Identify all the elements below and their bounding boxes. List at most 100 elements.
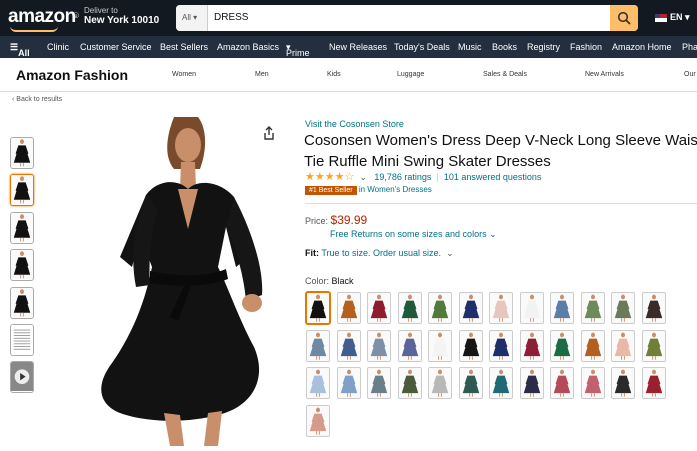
chevron-down-icon: ⌄: [443, 248, 454, 258]
color-swatch[interactable]: [428, 292, 452, 324]
thumbnail-video[interactable]: [10, 361, 34, 393]
thumbnail-image[interactable]: [10, 212, 34, 244]
free-returns-label: Free Returns on some sizes and colors: [330, 229, 487, 239]
thumbnail-image[interactable]: [10, 174, 34, 206]
ratings-count-link[interactable]: 19,786 ratings: [374, 172, 431, 182]
thumbnail-image[interactable]: [10, 287, 34, 319]
nav-item[interactable]: Customer Service: [80, 42, 152, 52]
subnav-item[interactable]: Kids: [327, 71, 341, 78]
color-swatch[interactable]: [428, 330, 452, 362]
rating-row: ★★★★☆ ⌄ 19,786 ratings | 101 answered qu…: [305, 170, 541, 183]
nav-item[interactable]: New Releases: [329, 42, 387, 52]
search-category-dropdown[interactable]: All ▾: [176, 5, 208, 31]
color-swatch[interactable]: [397, 367, 422, 399]
price-label: Price:: [305, 216, 329, 226]
share-button[interactable]: [262, 126, 276, 140]
all-menu-button[interactable]: ☰ All: [10, 42, 30, 58]
color-swatch[interactable]: [367, 330, 391, 362]
nav-item[interactable]: Books: [492, 42, 517, 52]
color-swatch[interactable]: [519, 292, 544, 324]
color-swatch[interactable]: [489, 367, 513, 399]
dress-model-illustration: [38, 117, 286, 446]
nav-item[interactable]: Clinic: [47, 42, 69, 52]
color-swatch[interactable]: [641, 330, 666, 362]
back-to-results-link[interactable]: ‹ Back to results: [12, 96, 62, 103]
color-swatch[interactable]: [367, 367, 391, 399]
search-input[interactable]: DRESS: [214, 5, 248, 31]
color-swatch[interactable]: [458, 292, 483, 324]
color-swatch[interactable]: [489, 330, 513, 362]
color-swatch[interactable]: [367, 292, 391, 324]
product-title-line1: Cosonsen Women's Dress Deep V-Neck Long …: [304, 132, 697, 149]
subnav-item[interactable]: Women: [172, 71, 196, 78]
star-rating-icon[interactable]: ★★★★☆: [305, 171, 354, 183]
subnav-item[interactable]: Men: [255, 71, 269, 78]
amazon-logo[interactable]: amazon: [8, 6, 76, 28]
color-swatch[interactable]: [489, 292, 513, 324]
play-video-icon: [11, 362, 33, 392]
color-swatch[interactable]: [641, 292, 666, 324]
main-product-image[interactable]: [38, 117, 286, 446]
store-link[interactable]: Visit the Cosonsen Store: [305, 119, 404, 129]
thumbnail-image[interactable]: [10, 137, 34, 169]
free-returns-link[interactable]: Free Returns on some sizes and colors ⌄: [330, 229, 497, 240]
best-seller-category-link[interactable]: in Women's Dresses: [359, 185, 432, 194]
search-bar: All ▾ DRESS: [176, 5, 638, 31]
share-icon: [264, 126, 274, 140]
color-swatch[interactable]: [458, 330, 483, 362]
amazon-fashion-title[interactable]: Amazon Fashion: [16, 67, 128, 83]
location-pin-icon: ⌾: [73, 11, 79, 22]
search-button[interactable]: [610, 5, 638, 31]
color-swatch[interactable]: [519, 367, 544, 399]
thumbnail-image[interactable]: [10, 249, 34, 281]
color-swatch[interactable]: [550, 330, 574, 362]
color-swatch[interactable]: [336, 330, 361, 362]
nav-item[interactable]: Pha: [682, 42, 697, 52]
color-swatch[interactable]: [611, 367, 635, 399]
subnav-item[interactable]: New Arrivals: [585, 71, 624, 78]
nav-item[interactable]: Amazon Home: [612, 42, 672, 52]
fit-label: Fit:: [305, 248, 319, 258]
nav-item[interactable]: Music: [458, 42, 482, 52]
color-swatch[interactable]: [306, 405, 330, 437]
color-swatch[interactable]: [336, 367, 361, 399]
nav-item[interactable]: Registry: [527, 42, 560, 52]
thumbnail-size-chart[interactable]: [10, 324, 34, 356]
color-swatch[interactable]: [397, 292, 422, 324]
color-swatch[interactable]: [306, 292, 330, 324]
nav-item[interactable]: Today's Deals: [394, 42, 450, 52]
color-swatch[interactable]: [550, 367, 574, 399]
color-swatch[interactable]: [519, 330, 544, 362]
subnav-item[interactable]: Our: [684, 71, 696, 78]
color-swatch[interactable]: [580, 367, 605, 399]
color-swatch[interactable]: [550, 292, 574, 324]
color-swatch[interactable]: [428, 367, 452, 399]
color-swatch[interactable]: [397, 330, 422, 362]
answered-questions-link[interactable]: 101 answered questions: [444, 172, 542, 182]
nav-item-prime[interactable]: Prime ▾: [286, 42, 310, 58]
nav-item[interactable]: Fashion: [570, 42, 602, 52]
color-swatch[interactable]: [641, 367, 666, 399]
subnav-item[interactable]: Sales & Deals: [483, 71, 527, 78]
divider: [305, 203, 697, 204]
subnav-item[interactable]: Luggage: [397, 71, 424, 78]
color-swatch[interactable]: [611, 292, 635, 324]
nav-item[interactable]: Best Sellers: [160, 42, 208, 52]
color-swatch[interactable]: [306, 330, 330, 362]
best-seller-row: #1 Best Seller in Women's Dresses: [305, 185, 432, 195]
color-swatch[interactable]: [458, 367, 483, 399]
nav-bar: ☰ All Clinic Customer Service Best Selle…: [0, 36, 697, 58]
best-seller-badge[interactable]: #1 Best Seller: [305, 186, 357, 195]
all-menu-label: All: [18, 48, 30, 58]
color-swatch[interactable]: [306, 367, 330, 399]
nav-item[interactable]: Amazon Basics: [217, 42, 279, 52]
color-swatch[interactable]: [580, 330, 605, 362]
price-value: $39.99: [330, 213, 368, 227]
rating-dropdown-chevron-icon[interactable]: ⌄: [357, 172, 372, 182]
color-swatch[interactable]: [611, 330, 635, 362]
language-selector[interactable]: EN ▾: [655, 12, 690, 23]
deliver-to[interactable]: ⌾ Deliver to New York 10010: [73, 6, 159, 26]
fit-link[interactable]: True to size. Order usual size.: [321, 248, 441, 258]
color-swatch[interactable]: [336, 292, 361, 324]
color-swatch[interactable]: [580, 292, 605, 324]
